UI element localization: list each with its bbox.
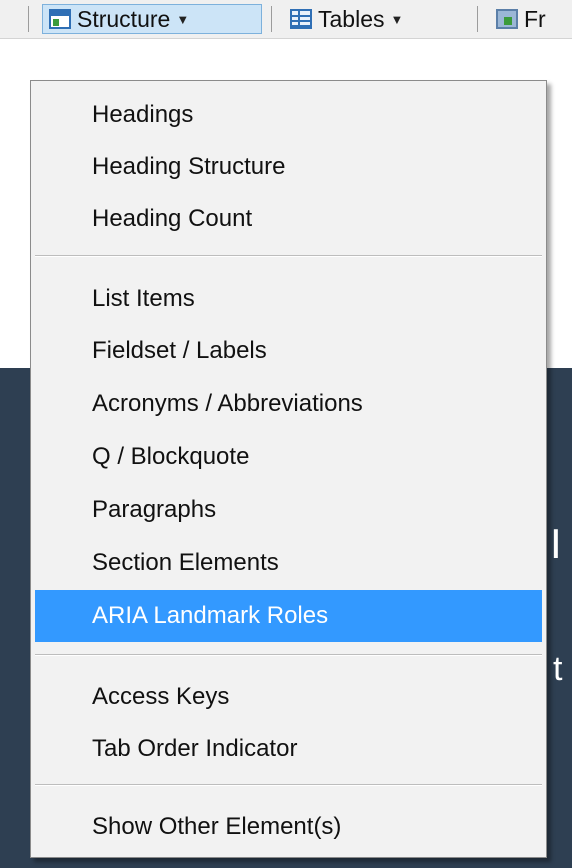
tables-button[interactable]: Tables ▼: [284, 4, 470, 34]
structure-button[interactable]: Structure ▼: [42, 4, 262, 34]
menu-item-heading-count[interactable]: Heading Count: [35, 193, 542, 245]
menu-item-section-elements[interactable]: Section Elements: [35, 537, 542, 589]
menu-item-paragraphs[interactable]: Paragraphs: [35, 484, 542, 536]
menu-item-q-blockquote[interactable]: Q / Blockquote: [35, 431, 542, 483]
background-text-fragment-2: t: [553, 650, 563, 688]
menu-separator: [35, 654, 542, 656]
toolbar-separator: [28, 6, 29, 32]
menu-item-headings[interactable]: Headings: [35, 89, 542, 141]
menu-item-list-items[interactable]: List Items: [35, 273, 542, 325]
table-icon: [290, 9, 312, 29]
menu-separator: [35, 784, 542, 786]
frames-label: Fr: [524, 5, 546, 32]
menu-item-tab-order-indicator[interactable]: Tab Order Indicator: [35, 723, 542, 775]
menu-item-aria-landmark-roles[interactable]: ARIA Landmark Roles: [35, 590, 542, 642]
menu-item-acronyms-abbreviations[interactable]: Acronyms / Abbreviations: [35, 378, 542, 430]
menu-item-fieldset-labels[interactable]: Fieldset / Labels: [35, 325, 542, 377]
menu-item-heading-structure[interactable]: Heading Structure: [35, 141, 542, 193]
tables-label: Tables: [318, 5, 385, 32]
toolbar-separator: [477, 6, 478, 32]
menu-item-show-other-elements[interactable]: Show Other Element(s): [35, 801, 542, 853]
structure-dropdown-menu: Headings Heading Structure Heading Count…: [30, 80, 547, 858]
menu-separator: [35, 255, 542, 257]
frames-button[interactable]: Fr: [490, 4, 572, 34]
chevron-down-icon: ▼: [176, 11, 190, 27]
structure-label: Structure: [77, 5, 171, 32]
toolbar: Structure ▼ Tables ▼ Fr: [0, 0, 572, 39]
structure-icon: [49, 9, 71, 29]
toolbar-separator: [271, 6, 272, 32]
background-text-fragment: I: [550, 520, 562, 567]
chevron-down-icon: ▼: [390, 11, 404, 27]
frames-icon: [496, 9, 518, 29]
menu-item-access-keys[interactable]: Access Keys: [35, 671, 542, 723]
